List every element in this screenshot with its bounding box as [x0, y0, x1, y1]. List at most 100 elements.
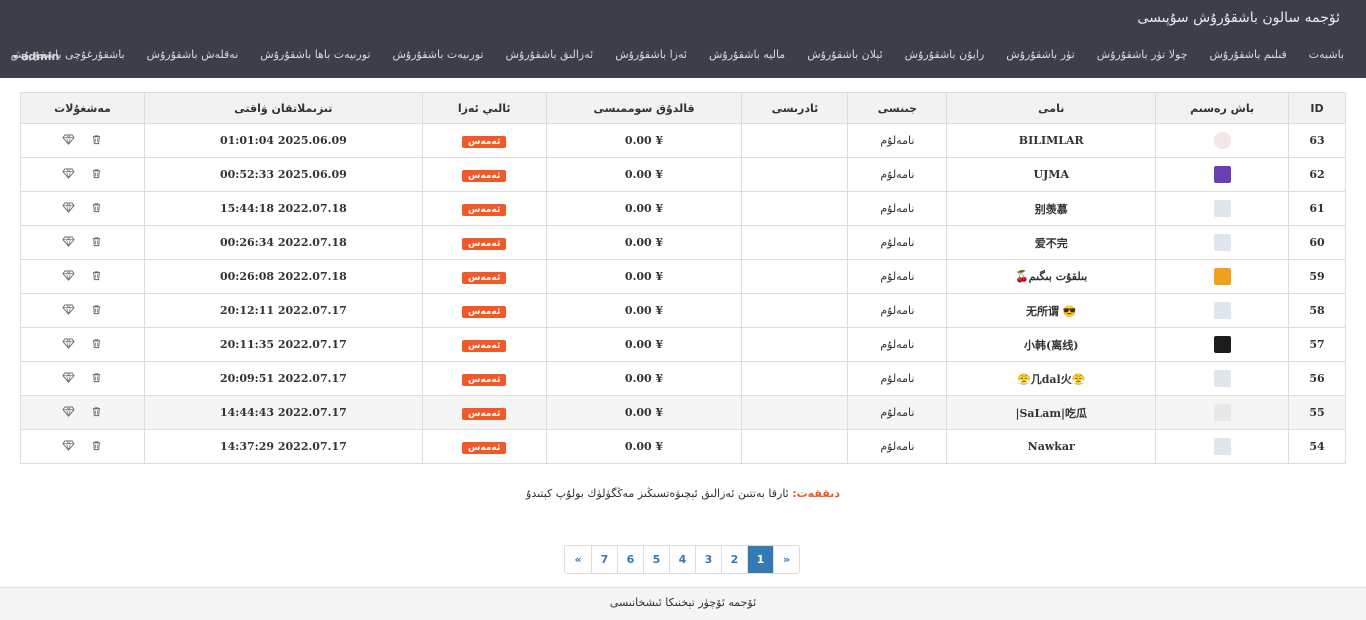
- nav-item[interactable]: تۈر باشقۇرۇش: [1006, 48, 1074, 61]
- cell-gender: نامەلۇم: [847, 123, 948, 158]
- pagination-page[interactable]: 3: [695, 546, 721, 573]
- cell-balance: ¥ 0.00: [545, 327, 743, 362]
- nav-item[interactable]: ئەزا باشقۇرۇش: [615, 48, 687, 61]
- cell-address: [741, 259, 849, 294]
- cell-level: ئەمەس: [421, 225, 547, 260]
- avatar-image[interactable]: [1213, 234, 1231, 251]
- avatar-image[interactable]: [1213, 132, 1231, 149]
- cell-time: 2022.07.17 20:11:35: [143, 327, 423, 362]
- cell-level: ئەمەس: [421, 293, 547, 328]
- delete-icon[interactable]: [91, 440, 102, 451]
- nav-item[interactable]: ماليە باشقۇرۇش: [709, 48, 785, 61]
- vip-status-badge: ئەمەس: [462, 407, 507, 420]
- col-header-actions: مەشغۇلات: [20, 92, 145, 124]
- cell-name: 😎 无所谓: [946, 293, 1157, 328]
- vip-diamond-icon[interactable]: [62, 405, 76, 417]
- cell-avatar: [1155, 225, 1290, 260]
- vip-diamond-icon[interactable]: [62, 269, 76, 281]
- delete-icon[interactable]: [91, 168, 102, 179]
- avatar-image[interactable]: [1213, 438, 1231, 455]
- cell-id: 55: [1288, 395, 1346, 430]
- members-table: ID باش رەسىم نامى جىنسى ئادرىسى قالدۇق س…: [20, 92, 1346, 464]
- table-row: 62 UJMA نامەلۇم ¥ 0.00 ئەمەس 2025.06.09 00:52…: [20, 157, 1346, 192]
- cell-gender: نامەلۇم: [847, 191, 948, 226]
- table-row: 63 BILIMLAR نامەلۇم ¥ 0.00 ئەمەس 2025.06.09 0…: [20, 123, 1346, 158]
- cell-name: 别羡慕: [946, 191, 1157, 226]
- cell-name: 😤几dal火😤: [946, 361, 1157, 396]
- col-header-level: ئالىي ئەزا: [421, 92, 547, 124]
- nav-item[interactable]: فىلىم باشقۇرۇش: [1210, 48, 1287, 61]
- delete-icon[interactable]: [91, 304, 102, 315]
- cell-actions: [20, 293, 145, 328]
- cell-address: [741, 429, 849, 464]
- avatar-image[interactable]: [1213, 336, 1231, 353]
- vip-diamond-icon[interactable]: [62, 337, 76, 349]
- cell-balance: ¥ 0.00: [545, 361, 743, 396]
- avatar-image[interactable]: [1213, 370, 1231, 387]
- nav-item[interactable]: چولا تۈر باشقۇرۇش: [1097, 48, 1188, 61]
- nav-item[interactable]: تورىيەت باھا باشقۇرۇش: [260, 48, 370, 61]
- pagination-page[interactable]: 1: [747, 546, 773, 573]
- delete-icon[interactable]: [91, 236, 102, 247]
- app-brand-title[interactable]: ئۆجمە سالون باشقۇرۇش سۇپىسى: [1137, 10, 1340, 26]
- nav-item[interactable]: تورىيەت باشقۇرۇش: [392, 48, 483, 61]
- vip-diamond-icon[interactable]: [62, 439, 76, 451]
- cell-gender: نامەلۇم: [847, 327, 948, 362]
- col-header-id: ID: [1288, 92, 1346, 124]
- vip-diamond-icon[interactable]: [62, 167, 76, 179]
- cell-id: 60: [1288, 225, 1346, 260]
- delete-icon[interactable]: [91, 202, 102, 213]
- cell-address: [741, 395, 849, 430]
- avatar-image[interactable]: [1213, 302, 1231, 319]
- nav-item[interactable]: ئېلان باشقۇرۇش: [807, 48, 882, 61]
- pagination-page[interactable]: 5: [643, 546, 669, 573]
- cell-level: ئەمەس: [421, 157, 547, 192]
- table-row: 61 别羡慕 نامەلۇم ¥ 0.00 ئەمەس 2022.07.18 15:44:…: [20, 191, 1346, 226]
- user-menu[interactable]: admin: [12, 50, 59, 63]
- pagination-page[interactable]: 4: [669, 546, 695, 573]
- cell-time: 2025.06.09 00:52:33: [143, 157, 423, 192]
- nav-item[interactable]: نەقلەش باشقۇرۇش: [147, 48, 239, 61]
- cell-avatar: [1155, 361, 1290, 396]
- nav-item[interactable]: ئەزالىق باشقۇرۇش: [506, 48, 594, 61]
- cell-balance: ¥ 0.00: [545, 157, 743, 192]
- pagination-page[interactable]: 2: [721, 546, 747, 573]
- delete-icon[interactable]: [91, 338, 102, 349]
- pagination-next-button[interactable]: »: [565, 546, 591, 573]
- members-table-container: ID باش رەسىم نامى جىنسى ئادرىسى قالدۇق س…: [20, 92, 1346, 464]
- cell-balance: ¥ 0.00: [545, 395, 743, 430]
- table-row: 57 小韩(离线) نامەلۇم ¥ 0.00 ئەمەس 2022.07.17 20:…: [20, 327, 1346, 362]
- col-header-gender: جىنسى: [847, 92, 948, 124]
- delete-icon[interactable]: [91, 406, 102, 417]
- vip-diamond-icon[interactable]: [62, 303, 76, 315]
- footer-text: ئۆجمە ئۆچۈر تېخنىكا ئىشخانىسى: [609, 596, 757, 609]
- vip-diamond-icon[interactable]: [62, 371, 76, 383]
- vip-diamond-icon[interactable]: [62, 235, 76, 247]
- cell-level: ئەمەس: [421, 191, 547, 226]
- avatar-image[interactable]: [1213, 404, 1231, 421]
- pagination-page[interactable]: 6: [617, 546, 643, 573]
- cell-time: 2022.07.18 00:26:34: [143, 225, 423, 260]
- cell-actions: [20, 361, 145, 396]
- avatar-image[interactable]: [1213, 166, 1231, 183]
- vip-diamond-icon[interactable]: [62, 201, 76, 213]
- cell-balance: ¥ 0.00: [545, 123, 743, 158]
- vip-status-badge: ئەمەس: [462, 373, 507, 386]
- pagination-page[interactable]: 7: [591, 546, 617, 573]
- avatar-image[interactable]: [1213, 200, 1231, 217]
- delete-icon[interactable]: [91, 134, 102, 145]
- nav-item[interactable]: باشبەت: [1309, 48, 1344, 61]
- vip-status-badge: ئەمەس: [462, 441, 507, 454]
- vip-diamond-icon[interactable]: [62, 133, 76, 145]
- table-body: 63 BILIMLAR نامەلۇم ¥ 0.00 ئەمەس 2025.06.09 0…: [20, 123, 1346, 464]
- cell-gender: نامەلۇم: [847, 429, 948, 464]
- avatar-image[interactable]: [1213, 268, 1231, 285]
- table-row: 55 SaLam|吃瓜| نامەلۇم ¥ 0.00 ئەمەس 2022.07.17 …: [20, 395, 1346, 430]
- cell-level: ئەمەس: [421, 123, 547, 158]
- delete-icon[interactable]: [91, 270, 102, 281]
- cell-actions: [20, 191, 145, 226]
- delete-icon[interactable]: [91, 372, 102, 383]
- pagination-prev-button[interactable]: «: [773, 546, 799, 573]
- nav-item[interactable]: رايۇن باشقۇرۇش: [905, 48, 985, 61]
- cell-avatar: [1155, 395, 1290, 430]
